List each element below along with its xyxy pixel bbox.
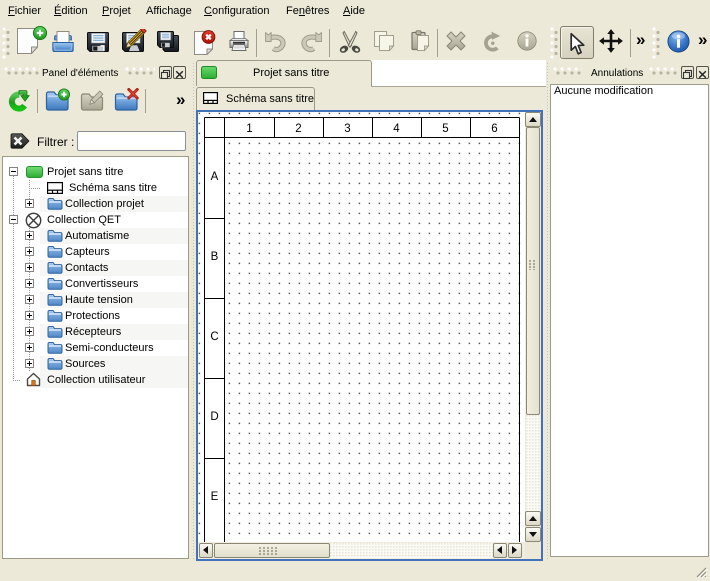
svg-text:C: C [210,331,218,343]
svg-text:2: 2 [295,123,301,135]
svg-text:1: 1 [246,123,252,135]
svg-text:E: E [211,491,219,503]
svg-text:B: B [211,251,219,263]
svg-text:5: 5 [442,123,448,135]
svg-text:A: A [211,171,219,183]
svg-text:6: 6 [491,123,497,135]
svg-text:4: 4 [393,123,400,135]
svg-text:3: 3 [344,123,350,135]
svg-text:D: D [210,411,218,423]
